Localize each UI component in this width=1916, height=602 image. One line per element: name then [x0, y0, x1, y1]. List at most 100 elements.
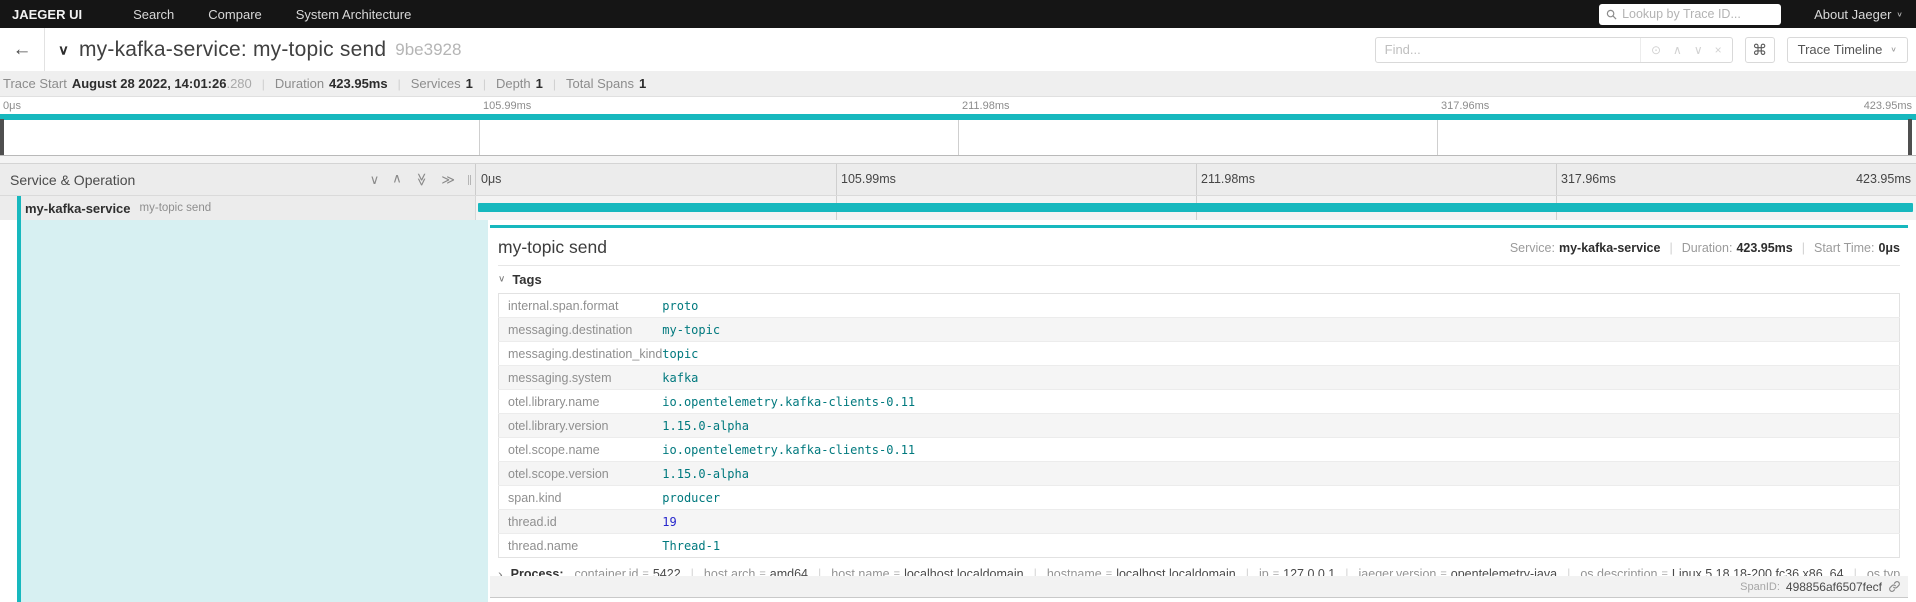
tag-row: otel.scope.name io.opentelemetry.kafka-cl… [498, 437, 1900, 462]
timeline-tick-label: 0μs [481, 172, 502, 186]
minimap-tick-label: 105.99ms [483, 100, 532, 112]
tag-value: io.opentelemetry.kafka-clients-0.11 [662, 437, 1900, 462]
search-icon [1606, 9, 1617, 20]
tag-key: internal.span.format [508, 298, 619, 313]
tag-key: messaging.destination_kind [498, 341, 663, 366]
about-jaeger-menu[interactable]: About Jaeger ∨ [1814, 7, 1903, 22]
nav-right-group: About Jaeger ∨ [1599, 3, 1903, 25]
tag-key: otel.scope.name [498, 437, 663, 462]
tag-value: 1.15.0-alpha [662, 461, 1900, 486]
column-resizer-handle[interactable] [468, 174, 471, 185]
total-spans-label: Total Spans [566, 76, 634, 91]
span-timeline-cell[interactable] [476, 196, 1916, 220]
tag-value: topic [662, 341, 1900, 366]
about-jaeger-label: About Jaeger [1814, 6, 1892, 22]
span-row[interactable]: my-kafka-service my-topic send [0, 195, 1916, 220]
minimap-canvas[interactable] [0, 114, 1916, 155]
nav-item-system-architecture[interactable]: System Architecture [279, 7, 429, 22]
expand-one-icon[interactable]: ∨ [392, 172, 402, 187]
deep-link-icon[interactable] [1888, 580, 1901, 593]
span-name-column[interactable]: my-kafka-service my-topic send [0, 196, 476, 220]
minimap-ruler: 0μs 105.99ms 211.98ms 317.96ms 423.95ms [0, 97, 1916, 114]
service-operation-column-header: Service & Operation ∨ ∨ ≫ ≫ [0, 164, 476, 195]
span-detail-header: my-topic send Service: my-kafka-service … [490, 228, 1908, 263]
span-service-name: my-kafka-service [25, 200, 131, 216]
nav-item-compare[interactable]: Compare [191, 7, 278, 22]
span-id-bar: SpanID: 498856af6507fecf [490, 576, 1908, 598]
service-operation-label: Service & Operation [10, 171, 136, 188]
divider: | [397, 76, 401, 91]
minimap-right-scrubber[interactable] [1908, 119, 1912, 155]
depth-label: Depth [495, 76, 531, 91]
span-detail-row: my-topic send Service: my-kafka-service … [0, 220, 1916, 602]
trace-view-selector[interactable]: Trace Timeline ∨ [1786, 36, 1908, 63]
tag-key: span.kind [498, 485, 663, 510]
find-input[interactable] [1375, 42, 1640, 57]
trace-id-lookup[interactable] [1599, 3, 1782, 25]
minimap-left-scrubber[interactable] [0, 119, 4, 155]
timeline-gridline [1556, 164, 1557, 195]
trace-id-lookup-input[interactable] [1622, 7, 1775, 21]
tag-row: messaging.system kafka [498, 365, 1900, 390]
chevron-down-icon: ∨ [1890, 45, 1897, 54]
tag-key: thread.id [498, 509, 663, 534]
nav-item-search[interactable]: Search [116, 7, 191, 22]
services-label: Services [410, 76, 461, 91]
tag-row: otel.library.name io.opentelemetry.kafka-… [498, 389, 1900, 414]
divider: | [552, 76, 557, 91]
timeline-gridline [1196, 164, 1197, 195]
trace-id-short: 9be3928 [395, 39, 462, 59]
expand-all-icon[interactable]: ≫ [441, 173, 455, 186]
duration-value: 423.95ms [329, 76, 388, 91]
trace-title: my-kafka-service: my-topic send [78, 37, 387, 61]
tag-row: otel.scope.version 1.15.0-alpha [498, 461, 1900, 486]
tag-row: messaging.destination_kind topic [498, 341, 1900, 366]
clear-find-icon[interactable]: × [1715, 44, 1722, 56]
timeline-header: Service & Operation ∨ ∨ ≫ ≫ 0μs 105.99ms… [0, 164, 1916, 195]
divider [0, 156, 1916, 164]
collapse-all-icon[interactable]: ≫ [414, 173, 429, 187]
collapse-trace-chevron-icon[interactable]: ∨ [58, 41, 69, 57]
minimap-gridline [1437, 120, 1438, 155]
start-time-label: Start Time: [1814, 240, 1875, 255]
timeline-tick-label: 317.96ms [1561, 172, 1616, 186]
tag-key: messaging.system [498, 365, 663, 390]
depth-value: 1 [535, 76, 543, 91]
timeline-tick-label: 423.95ms [1856, 172, 1911, 186]
tag-row: messaging.destination my-topic [498, 317, 1900, 342]
divider: | [261, 76, 265, 91]
tags-table-body: internal.span.format proto messaging.desti… [498, 294, 1900, 558]
collapse-one-icon[interactable]: ∨ [370, 173, 380, 186]
span-color-accent [17, 196, 21, 220]
minimap-tick-label: 0μs [3, 100, 21, 112]
span-duration-bar[interactable] [478, 203, 1913, 212]
span-detail-title: my-topic send [498, 237, 607, 257]
trace-start-fraction: .280 [226, 76, 252, 91]
jaeger-trace-page: JAEGER UI Search Compare System Architec… [0, 0, 1916, 602]
next-match-icon[interactable]: ∨ [1694, 44, 1703, 56]
trace-start-label: Trace Start [3, 76, 67, 91]
tag-value: producer [662, 485, 1900, 510]
duration-value: 423.95ms [1736, 240, 1793, 255]
divider: | [1801, 240, 1805, 255]
chevron-down-icon: ∨ [1896, 9, 1903, 18]
divider: | [1669, 240, 1673, 255]
tag-key: otel.library.name [498, 389, 663, 414]
tags-accordion-toggle[interactable]: ∨ Tags [490, 266, 1908, 292]
tag-value: kafka [662, 365, 1900, 390]
divider [44, 28, 45, 71]
service-label: Service: [1509, 240, 1555, 255]
trace-minimap[interactable]: 0μs 105.99ms 211.98ms 317.96ms 423.95ms [0, 97, 1916, 156]
timeline-tick-label: 105.99ms [841, 172, 896, 186]
jaeger-ui-logo[interactable]: JAEGER UI [12, 7, 82, 22]
timeline-gridline [836, 164, 837, 195]
span-detail-panel: my-topic send Service: my-kafka-service … [490, 225, 1908, 602]
prev-match-icon[interactable]: ∧ [1673, 44, 1682, 56]
span-operation-name: my-topic send [139, 202, 212, 214]
span-id-value: 498856af6507fecf [1785, 579, 1882, 594]
match-focus-icon[interactable]: ⊙ [1651, 44, 1661, 56]
tags-table: internal.span.format proto messaging.desti… [498, 293, 1900, 558]
back-button[interactable]: ← [0, 39, 44, 61]
total-spans-value: 1 [638, 76, 647, 91]
keyboard-shortcuts-button[interactable]: ⌘ [1744, 36, 1775, 63]
